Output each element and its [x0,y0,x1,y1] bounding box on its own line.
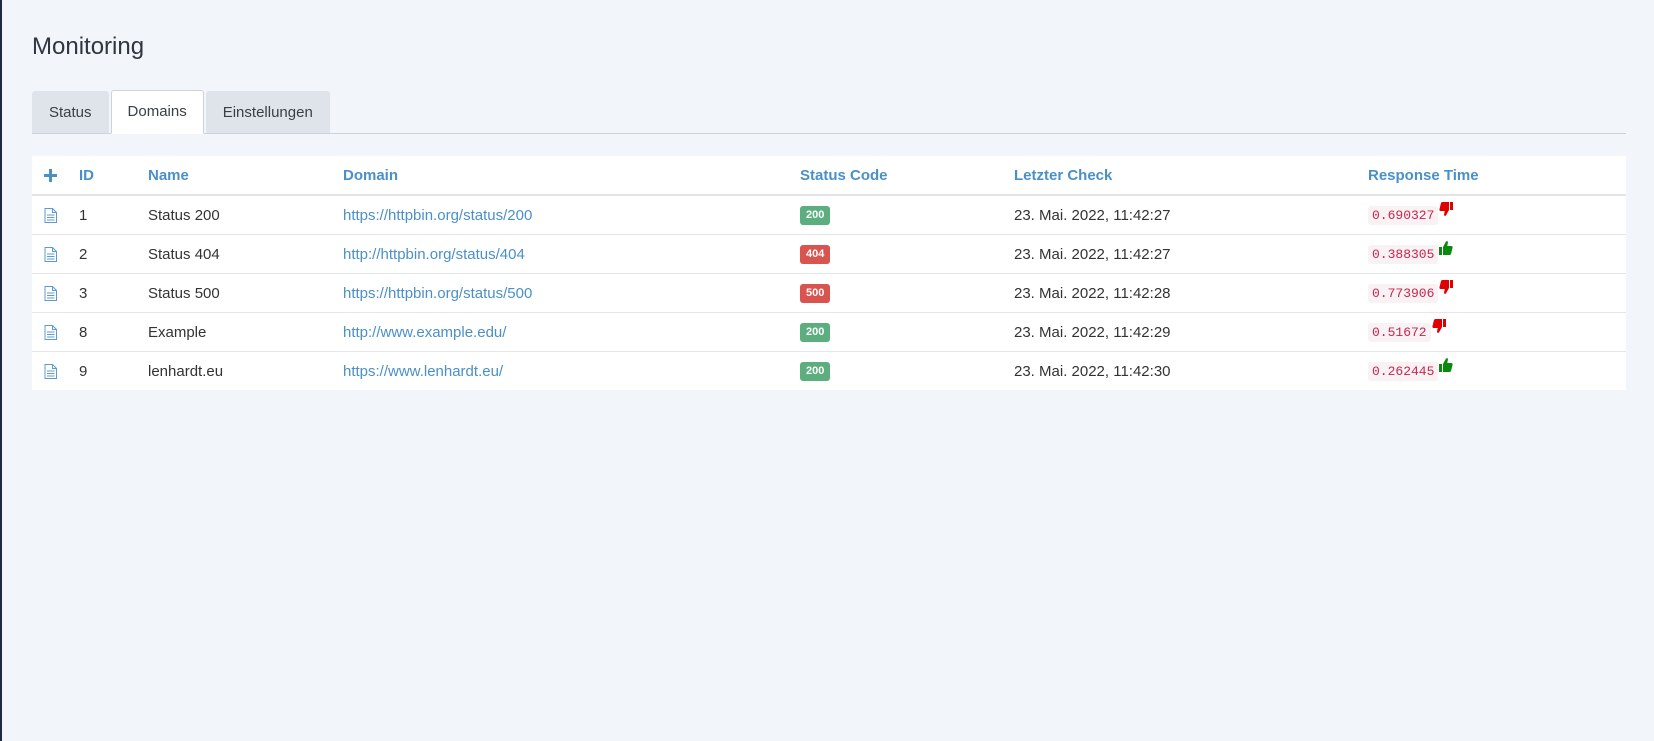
thumbs-down-icon [1431,318,1446,338]
thumbs-up-icon [1439,240,1454,260]
header-last-check[interactable]: Letzter Check [1014,156,1368,196]
row-name: Status 500 [148,273,343,313]
table-body: 1 Status 200 https://httpbin.org/status/… [32,195,1626,390]
row-name: Status 200 [148,206,220,224]
table-row: 3 Status 500 https://httpbin.org/status/… [32,273,1626,313]
document-icon[interactable] [44,207,79,223]
header-domain[interactable]: Domain [343,156,800,196]
row-detail-cell [32,351,79,390]
response-time-value: 0.51672 [1368,322,1431,342]
row-response-cell: 0.690327 [1368,195,1626,235]
header-status-code[interactable]: Status Code [800,156,1014,196]
plus-icon[interactable] [44,168,79,182]
status-badge: 200 [800,205,831,225]
row-name: Example [148,312,343,352]
row-domain-cell: http://httpbin.org/status/404 [343,234,800,274]
table-row: 9 lenhardt.eu https://www.lenhardt.eu/ 2… [32,351,1626,390]
response-time-value: 0.388305 [1368,244,1439,264]
header-id[interactable]: ID [79,156,148,196]
response-time-value: 0.690327 [1368,205,1439,225]
row-domain-cell: https://www.lenhardt.eu/ [343,351,800,390]
main-content: Monitoring Status Domains Einstellungen … [32,0,1626,390]
tab-domains[interactable]: Domains [110,90,204,134]
domains-table-container: ID Name Domain Status Code Letzter Check… [32,156,1626,390]
table-row: 1 Status 200 https://httpbin.org/status/… [32,195,1626,235]
row-response-cell: 0.51672 [1368,312,1626,352]
thumbs-down-icon [1439,201,1454,221]
row-last-check: 23. Mai. 2022, 11:42:29 [1014,312,1368,352]
row-detail-cell [32,273,79,313]
document-icon[interactable] [44,246,79,262]
row-status-cell: 404 [800,234,1014,274]
row-domain-link[interactable]: https://httpbin.org/status/500 [343,285,532,302]
row-id: 8 [79,312,148,352]
row-last-check: 23. Mai. 2022, 11:42:28 [1014,273,1368,313]
row-domain-link[interactable]: https://www.lenhardt.eu/ [343,363,503,380]
row-status-cell: 200 [800,312,1014,352]
status-badge: 404 [800,244,831,264]
tab-status[interactable]: Status [32,91,109,133]
row-id: 1 [79,206,88,224]
row-detail-cell [32,195,79,235]
response-time-value: 0.773906 [1368,283,1439,303]
row-response-cell: 0.388305 [1368,234,1626,274]
page-title: Monitoring [32,33,145,60]
header-response-time[interactable]: Response Time [1368,156,1626,196]
thumbs-down-icon [1439,279,1454,299]
row-status-cell: 200 [800,351,1014,390]
row-name: Status 404 [148,234,343,274]
row-domain-cell: https://httpbin.org/status/500 [343,273,800,313]
document-icon[interactable] [44,285,79,301]
row-last-check: 23. Mai. 2022, 11:42:27 [1014,234,1368,274]
row-domain-link[interactable]: http://www.example.edu/ [343,324,506,341]
row-id: 2 [79,234,148,274]
row-response-cell: 0.773906 [1368,273,1626,313]
row-domain-link[interactable]: http://httpbin.org/status/404 [343,246,525,263]
row-id: 9 [79,351,148,390]
row-domain-link[interactable]: https://httpbin.org/status/200 [343,207,532,224]
header-name[interactable]: Name [148,156,343,196]
row-status-cell: 200 [800,195,1014,235]
row-domain-cell: https://httpbin.org/status/200 [343,195,800,235]
add-domain-button[interactable] [32,156,79,196]
response-time-value: 0.262445 [1368,361,1439,381]
thumbs-up-icon [1439,357,1454,377]
row-domain-cell: http://www.example.edu/ [343,312,800,352]
status-badge: 200 [800,361,831,381]
status-badge: 200 [800,322,831,342]
tab-bar: Status Domains Einstellungen [32,90,1626,134]
domains-table: ID Name Domain Status Code Letzter Check… [32,156,1626,390]
document-icon[interactable] [44,324,79,340]
row-detail-cell [32,312,79,352]
table-header-row: ID Name Domain Status Code Letzter Check… [32,156,1626,196]
row-detail-cell [32,234,79,274]
row-response-cell: 0.262445 [1368,351,1626,390]
table-row: 2 Status 404 http://httpbin.org/status/4… [32,234,1626,274]
row-name: lenhardt.eu [148,351,343,390]
tab-einstellungen[interactable]: Einstellungen [205,91,330,133]
document-icon[interactable] [44,363,79,379]
row-id: 3 [79,273,148,313]
table-row: 8 Example http://www.example.edu/ 200 23… [32,312,1626,352]
status-badge: 500 [800,283,831,303]
row-last-check: 23. Mai. 2022, 11:42:30 [1014,351,1368,390]
row-last-check: 23. Mai. 2022, 11:42:27 [1014,206,1171,224]
row-status-cell: 500 [800,273,1014,313]
